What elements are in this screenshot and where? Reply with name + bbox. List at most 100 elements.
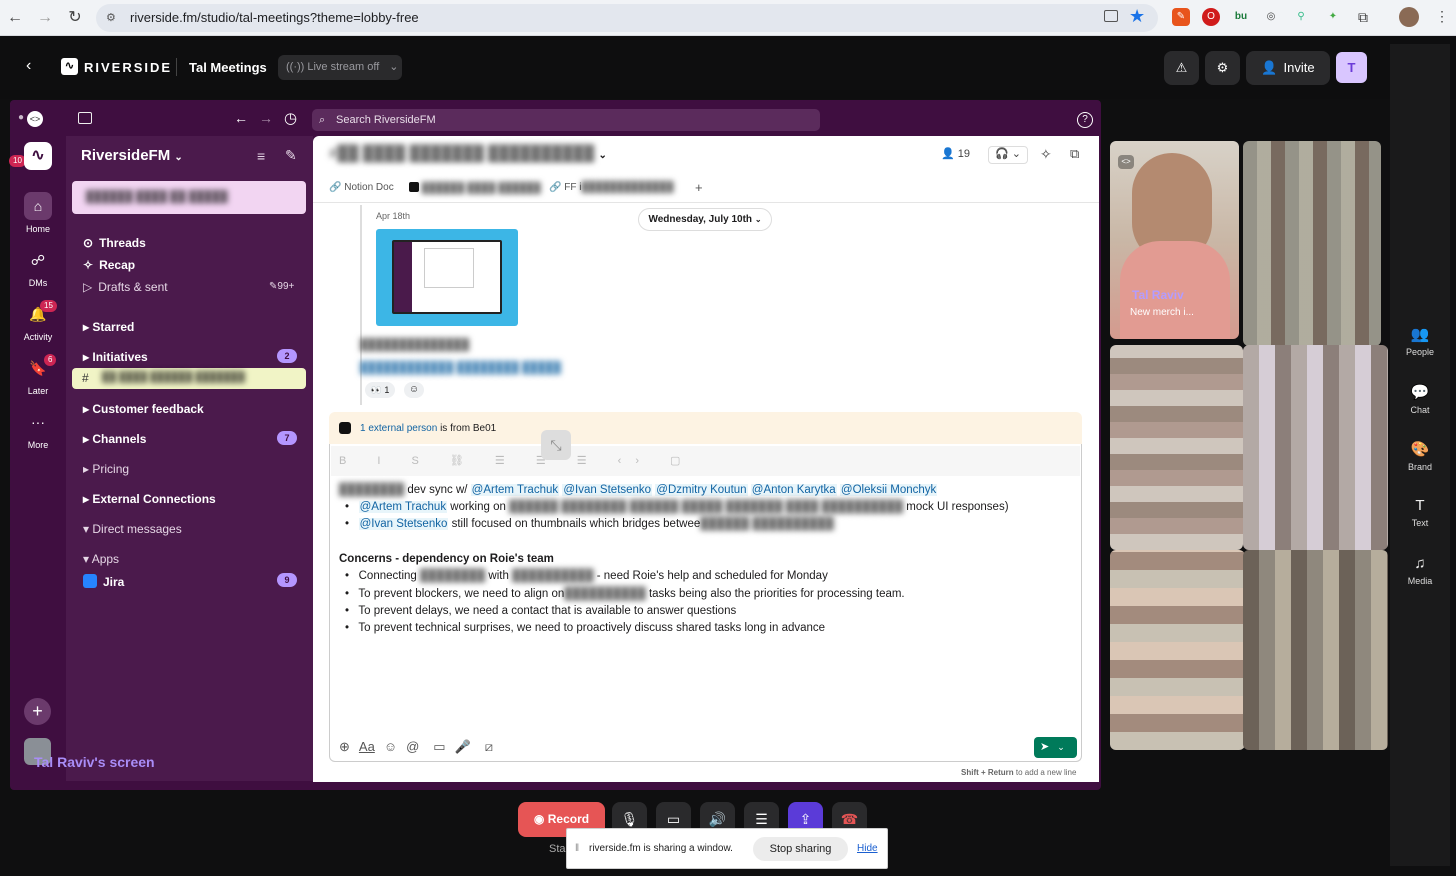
mention[interactable]: @Ivan Stetsenko bbox=[562, 484, 653, 496]
participant-subtitle: New merch i... bbox=[1130, 307, 1194, 318]
slash-command-icon[interactable]: ⧄ bbox=[485, 739, 493, 754]
section-channels[interactable]: ▸ Channels bbox=[83, 432, 146, 446]
chat-button[interactable]: 💬 Chat bbox=[1390, 383, 1450, 415]
feedback-button[interactable]: ⚠ bbox=[1164, 51, 1199, 85]
sidebar-item-threads[interactable]: ⊙ Threads bbox=[83, 236, 146, 250]
rail-home[interactable]: ⌂ Home bbox=[14, 192, 62, 234]
format-buttons[interactable]: B I S ⛓ ☰ ☰ ☰ ‹› ▢ bbox=[339, 454, 694, 467]
reaction-eyes[interactable]: 👀 1 bbox=[365, 382, 395, 398]
tab-bookmark[interactable]: ██████ ████ ██████ bbox=[409, 182, 541, 194]
send-button[interactable]: ➤ ⌄ bbox=[1034, 737, 1077, 758]
mention[interactable]: @Ivan Stetsenko bbox=[358, 518, 449, 530]
mention[interactable]: @Artem Trachuk bbox=[470, 484, 560, 496]
sidebar-item-recap[interactable]: ✧ Recap bbox=[83, 258, 135, 272]
rail-dms[interactable]: ☍ DMs bbox=[14, 246, 62, 288]
menu-kebab-icon[interactable]: ⋮ bbox=[1435, 8, 1449, 25]
stop-sharing-button[interactable]: Stop sharing bbox=[753, 837, 848, 861]
mention-at-icon[interactable]: @ bbox=[406, 739, 419, 754]
participant-tile-blurred[interactable] bbox=[1110, 345, 1243, 550]
participant-tile[interactable]: <> Tal Raviv New merch i... bbox=[1110, 141, 1239, 339]
brand-button[interactable]: 🎨 Brand bbox=[1390, 440, 1450, 472]
site-info-icon[interactable]: ⚙ bbox=[106, 11, 120, 25]
extension-icon[interactable]: ⚲ bbox=[1292, 8, 1310, 26]
help-icon[interactable]: ? bbox=[1077, 112, 1093, 128]
text-button[interactable]: T Text bbox=[1390, 497, 1450, 528]
bookmark-star-icon[interactable]: ★ bbox=[1129, 6, 1145, 27]
quote-bar bbox=[360, 205, 362, 405]
tab-notion-doc[interactable]: 🔗 Notion Doc bbox=[329, 182, 394, 193]
drag-handle-icon[interactable]: ‖ bbox=[575, 843, 579, 854]
section-apps[interactable]: ▾ Apps bbox=[83, 552, 119, 566]
add-tab-button[interactable]: + bbox=[695, 180, 703, 195]
date-divider-pill[interactable]: Wednesday, July 10th ⌄ bbox=[638, 208, 772, 231]
collapse-icon[interactable]: ⤡ bbox=[541, 430, 571, 460]
people-button[interactable]: 👥 People bbox=[1390, 325, 1450, 357]
reload-icon[interactable]: ↻ bbox=[66, 9, 84, 27]
invite-button[interactable]: 👤 Invite bbox=[1246, 51, 1330, 85]
ai-sparkle-icon[interactable]: ✧ bbox=[1040, 146, 1052, 163]
opera-extension-icon[interactable]: O bbox=[1202, 8, 1220, 26]
code-embed-icon[interactable]: <> bbox=[27, 111, 43, 127]
back-icon[interactable]: ← bbox=[6, 9, 24, 27]
back-arrow-icon[interactable]: ← bbox=[234, 110, 248, 126]
add-workspace-button[interactable]: + bbox=[24, 698, 51, 725]
section-starred[interactable]: ▸ Starred bbox=[83, 320, 134, 334]
extensions-puzzle-icon[interactable]: ⧉ bbox=[1354, 8, 1372, 26]
hide-link[interactable]: Hide bbox=[857, 843, 878, 854]
tab-ff[interactable]: 🔗 FF i█████████████ bbox=[549, 182, 674, 193]
mention[interactable]: @Dzmitry Koutun bbox=[655, 484, 748, 496]
code-embed-icon[interactable]: <> bbox=[1118, 155, 1134, 169]
section-external[interactable]: ▸ External Connections bbox=[83, 492, 216, 506]
external-person-link[interactable]: 1 external person bbox=[360, 423, 437, 434]
section-initiatives[interactable]: ▸ Initiatives bbox=[83, 350, 148, 364]
history-clock-icon[interactable]: ◷ bbox=[284, 109, 297, 127]
rail-more[interactable]: ··· More bbox=[14, 408, 62, 450]
sidebar-item-jira[interactable]: Jira bbox=[83, 574, 124, 589]
participant-tile-blurred[interactable] bbox=[1243, 141, 1381, 346]
profile-avatar[interactable] bbox=[1399, 7, 1419, 27]
participant-tile-blurred[interactable] bbox=[1243, 345, 1388, 550]
live-stream-dropdown[interactable]: ((·)) Live stream off ⌄ bbox=[278, 55, 402, 80]
section-direct-messages[interactable]: ▾ Direct messages bbox=[83, 522, 182, 536]
hash-icon: # bbox=[82, 371, 89, 385]
plus-icon[interactable]: ⊕ bbox=[339, 739, 350, 754]
microphone-icon[interactable]: 🎤 bbox=[455, 739, 471, 754]
emoji-icon[interactable]: ☺ bbox=[384, 739, 397, 754]
add-reaction-icon[interactable]: ☺ bbox=[404, 382, 424, 398]
extension-icon[interactable]: ✎ bbox=[1172, 8, 1190, 26]
settings-button[interactable]: ⚙ bbox=[1205, 51, 1240, 85]
bu-extension-icon[interactable]: bu bbox=[1232, 8, 1250, 26]
workspace-name[interactable]: RiversideFM ⌄ bbox=[81, 147, 183, 164]
media-button[interactable]: ♫ Media bbox=[1390, 555, 1450, 586]
channel-title[interactable]: #██ ████ ███████ ██████████ ⌄ bbox=[329, 145, 607, 162]
participant-tile-blurred[interactable] bbox=[1243, 550, 1388, 750]
extension-icon[interactable]: ◎ bbox=[1262, 8, 1280, 26]
workspace-icon[interactable]: ∿ bbox=[24, 142, 52, 170]
mention[interactable]: @Oleksii Monchyk bbox=[839, 484, 938, 496]
format-aa-icon[interactable]: Aa bbox=[359, 739, 375, 754]
user-avatar[interactable]: T bbox=[1336, 52, 1367, 83]
extension-icon[interactable]: ✦ bbox=[1324, 8, 1342, 26]
camera-icon[interactable] bbox=[1104, 10, 1118, 22]
mention[interactable]: @Artem Trachuk bbox=[358, 501, 448, 513]
video-icon[interactable]: ▭ bbox=[433, 739, 445, 754]
composer-hint: Shift + Return to add a new line bbox=[961, 768, 1076, 777]
back-arrow-icon[interactable]: ‹ bbox=[26, 57, 31, 75]
section-pricing[interactable]: ▸ Pricing bbox=[83, 462, 129, 476]
mention[interactable]: @Anton Karytka bbox=[750, 484, 837, 496]
filter-icon[interactable]: ≡ bbox=[257, 148, 265, 164]
selected-channel[interactable]: # ██ ████ ██████ ███████ bbox=[72, 368, 306, 389]
compose-icon[interactable]: ✎ bbox=[285, 147, 297, 164]
sidebar-toggle-icon[interactable] bbox=[78, 112, 92, 124]
members-button[interactable]: 👤 19 bbox=[941, 147, 975, 165]
section-customer-feedback[interactable]: ▸ Customer feedback bbox=[83, 402, 204, 416]
sidebar-item-drafts[interactable]: ▷ Drafts & sent bbox=[83, 280, 168, 294]
forward-arrow-icon[interactable]: → bbox=[259, 110, 273, 126]
huddle-button[interactable]: 🎧 ⌄ bbox=[988, 146, 1028, 164]
slack-search[interactable]: ⌕ Search RiversideFM bbox=[312, 109, 820, 131]
participant-tile-blurred[interactable] bbox=[1110, 550, 1245, 750]
search-icon: ⌕ bbox=[319, 114, 326, 126]
forward-icon[interactable]: → bbox=[36, 9, 54, 27]
studio-name[interactable]: Tal Meetings bbox=[189, 60, 267, 75]
canvas-icon[interactable]: ⧉ bbox=[1070, 146, 1079, 162]
